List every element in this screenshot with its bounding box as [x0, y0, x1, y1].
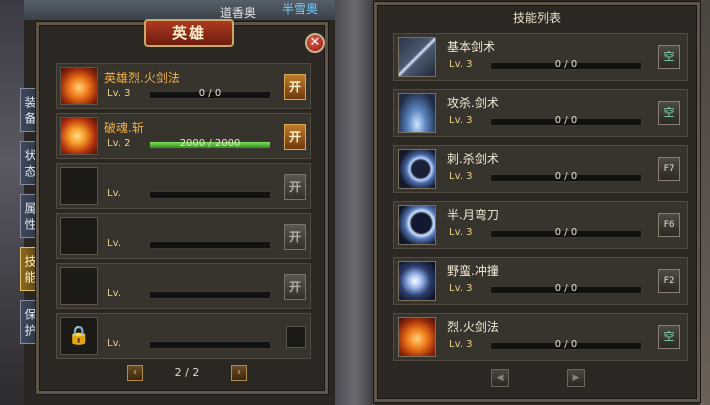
world-background-top: 道香奥 半雪奥 [24, 0, 344, 20]
empty-toggle-box [286, 326, 306, 348]
skill-progress-text: 0 / 0 [554, 283, 578, 294]
skill-row[interactable]: 烈.火剑法 Lv. 3 0 / 0 空 [393, 313, 688, 361]
hero-skill-level: Lv. [107, 238, 121, 249]
sword-icon[interactable] [398, 37, 436, 77]
skill-row[interactable]: 野蛮.冲撞 Lv. 3 0 / 0 F2 [393, 257, 688, 305]
skill-row[interactable]: 刺.杀剑术 Lv. 3 0 / 0 F7 [393, 145, 688, 193]
skill-progress-text: 0 / 0 [554, 171, 578, 182]
hero-skill-slot[interactable]: Lv. 开 [56, 263, 311, 309]
skill-pager-next-button[interactable]: ▶ [567, 369, 585, 387]
hotkey-button[interactable]: 空 [658, 325, 680, 349]
hero-skill-progress-bar [149, 191, 271, 199]
skill-name: 烈.火剑法 [447, 320, 499, 334]
player-name-right: 半雪奥 [282, 2, 319, 16]
skill-progress-text: 0 / 0 [554, 59, 578, 70]
skill-name: 半.月弯刀 [447, 208, 499, 222]
lock-icon[interactable]: 🔒 [60, 317, 98, 355]
hero-skill-name: 英雄烈.火剑法 [104, 71, 180, 85]
skill-open-button[interactable]: 开 [284, 124, 306, 150]
hero-skill-progress-text: 2000 / 2000 [179, 138, 241, 149]
fire-sword-icon[interactable] [398, 317, 436, 357]
pager-prev-button[interactable]: ‹ [127, 365, 143, 381]
close-button[interactable]: ✕ [305, 33, 325, 53]
lock-icon: 🔒 [67, 325, 91, 346]
hotkey-button[interactable]: F2 [658, 269, 680, 293]
skill-level: Lv. 3 [449, 59, 473, 70]
hero-panel-title: 英雄 [144, 19, 234, 47]
skill-name: 刺.杀剑术 [447, 152, 499, 166]
pager-page-text: 2 / 2 [174, 366, 200, 379]
hero-pager: ‹ 2 / 2 › [127, 365, 247, 383]
skill-level: Lv. 3 [449, 283, 473, 294]
hero-skill-progress-text: 0 / 0 [198, 88, 222, 99]
hero-skill-progress-bar [149, 291, 271, 299]
empty-slot-icon[interactable] [60, 267, 98, 305]
skill-name: 基本剑术 [447, 40, 496, 54]
skill-open-button[interactable]: 开 [284, 274, 306, 300]
hero-skill-level: Lv. [107, 338, 121, 349]
skill-list-panel: 技能列表 基本剑术 Lv. 30 / 0 空攻杀.剑术 Lv. 30 / 0 空刺.杀剑… [374, 2, 700, 402]
fire-sword-icon[interactable] [60, 67, 98, 105]
hero-skill-level: Lv. 2 [107, 138, 131, 149]
chevron-left-icon: ‹ [133, 367, 137, 378]
hotkey-button[interactable]: F7 [658, 157, 680, 181]
empty-slot-icon[interactable] [60, 217, 98, 255]
skill-progress-text: 0 / 0 [554, 227, 578, 238]
hero-skill-slot[interactable]: Lv. 开 [56, 213, 311, 259]
skill-row[interactable]: 攻杀.剑术 Lv. 3 0 / 0 空 [393, 89, 688, 137]
hotkey-button[interactable]: 空 [658, 45, 680, 69]
skill-level: Lv. 3 [449, 171, 473, 182]
skill-open-button[interactable]: 开 [284, 174, 306, 200]
arrow-right-icon: ▶ [572, 373, 580, 383]
hero-skill-slot[interactable]: 🔒 Lv. [56, 313, 311, 359]
hero-skill-name: 破魂.斩 [104, 121, 144, 135]
hero-skill-slot[interactable]: 破魂.斩 Lv. 2 2000 / 2000 开 [56, 113, 311, 159]
slash-icon[interactable] [398, 93, 436, 133]
charge-icon[interactable] [398, 261, 436, 301]
pager-next-button[interactable]: › [231, 365, 247, 381]
hotkey-button[interactable]: F6 [658, 213, 680, 237]
skill-level: Lv. 3 [449, 339, 473, 350]
arrow-left-icon: ◀ [496, 373, 504, 383]
skill-row[interactable]: 半.月弯刀 Lv. 3 0 / 0 F6 [393, 201, 688, 249]
hero-skill-level: Lv. [107, 288, 121, 299]
hero-skill-slot[interactable]: 英雄烈.火剑法 Lv. 3 0 / 0 开 [56, 63, 311, 109]
skill-name: 野蛮.冲撞 [447, 264, 499, 278]
skill-panel-title: 技能列表 [512, 11, 561, 25]
skill-level: Lv. 3 [449, 115, 473, 126]
close-icon: ✕ [309, 35, 321, 50]
world-background-middle [335, 0, 375, 405]
hero-skill-progress-bar [149, 341, 271, 349]
skill-pager-prev-button[interactable]: ◀ [491, 369, 509, 387]
skill-progress-text: 0 / 0 [554, 115, 578, 126]
skill-open-button[interactable]: 开 [284, 74, 306, 100]
skill-name: 攻杀.剑术 [447, 96, 499, 110]
hero-skill-progress-bar [149, 241, 271, 249]
empty-slot-icon[interactable] [60, 167, 98, 205]
hero-skill-slot[interactable]: Lv. 开 [56, 163, 311, 209]
half-moon-icon[interactable] [398, 205, 436, 245]
skill-open-button[interactable]: 开 [284, 224, 306, 250]
skill-level: Lv. 3 [449, 227, 473, 238]
fire-slash-icon[interactable] [60, 117, 98, 155]
hero-skill-level: Lv. [107, 188, 121, 199]
thrust-icon[interactable] [398, 149, 436, 189]
hero-skill-panel: 英雄 ✕ 英雄烈.火剑法 Lv. 30 / 0 开破魂.斩 Lv. 2 2000 / 2… [36, 19, 328, 394]
hero-skill-level: Lv. 3 [107, 88, 131, 99]
skill-row[interactable]: 基本剑术 Lv. 3 0 / 0 空 [393, 33, 688, 81]
chevron-right-icon: › [237, 367, 241, 378]
hotkey-button[interactable]: 空 [658, 101, 680, 125]
world-background-right [700, 0, 710, 405]
skill-progress-text: 0 / 0 [554, 339, 578, 350]
